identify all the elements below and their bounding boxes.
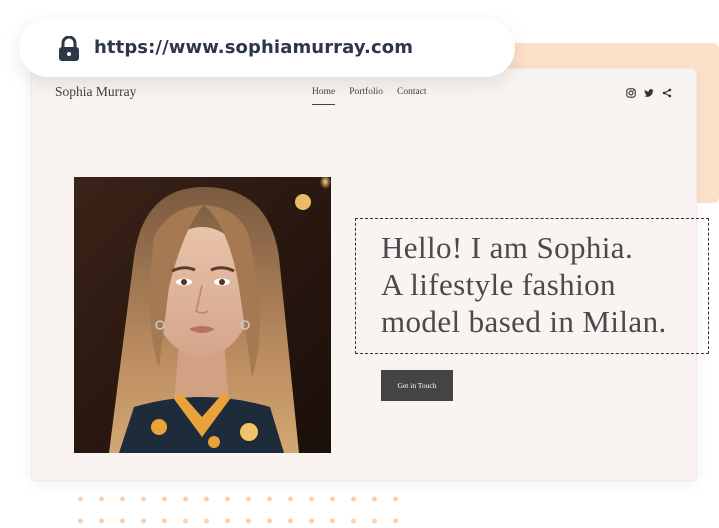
headline-line: A lifestyle fashion <box>381 267 616 302</box>
profile-photo <box>74 177 331 453</box>
nav-home[interactable]: Home <box>312 87 336 105</box>
headline-line: model based in Milan. <box>381 304 667 339</box>
twitter-icon[interactable] <box>644 88 654 98</box>
get-in-touch-button[interactable]: Get in Touch <box>381 370 453 401</box>
headline-line: Hello! I am Sophia. <box>381 230 634 265</box>
site-brand[interactable]: Sophia Murray <box>55 84 136 100</box>
nav-contact[interactable]: Contact <box>397 87 427 97</box>
site-nav: Home Portfolio Contact <box>312 87 441 105</box>
hero-headline: Hello! I am Sophia. A lifestyle fashion … <box>381 229 667 340</box>
nav-portfolio[interactable]: Portfolio <box>349 87 383 97</box>
social-links <box>626 88 672 98</box>
share-icon[interactable] <box>662 88 672 98</box>
decorative-dot-grid <box>70 488 400 528</box>
browser-address-bar[interactable]: https://www.sophiamurray.com <box>19 19 515 77</box>
url-text: https://www.sophiamurray.com <box>94 37 414 58</box>
instagram-icon[interactable] <box>626 88 636 98</box>
lock-icon <box>59 36 79 61</box>
